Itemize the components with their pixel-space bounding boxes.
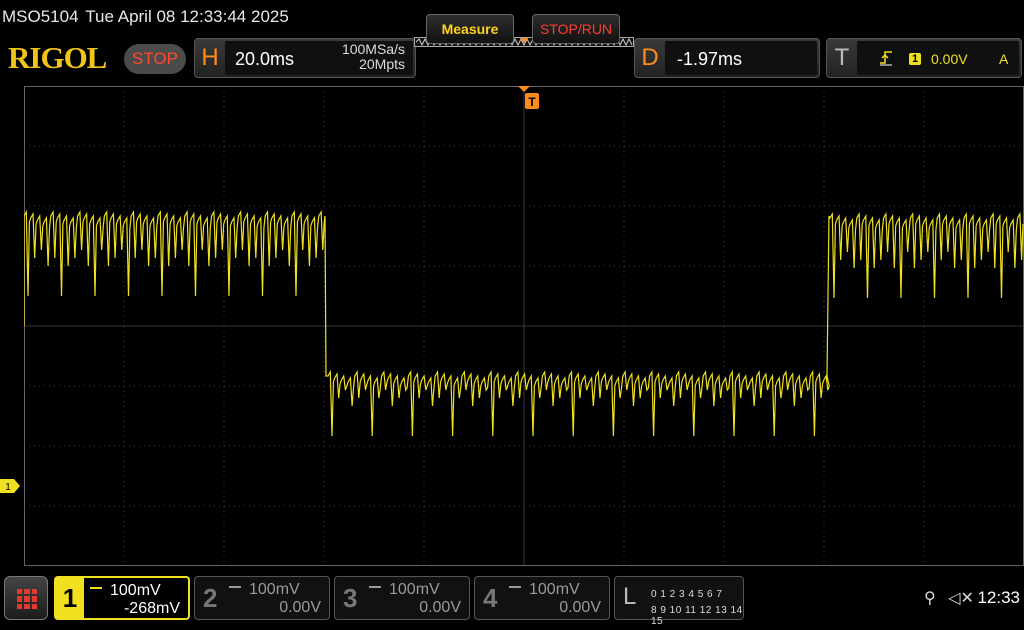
channel-2-offset: 0.00V	[279, 599, 321, 616]
delay-panel[interactable]: D -1.97ms	[634, 38, 820, 78]
rising-edge-icon	[880, 51, 892, 66]
channel-4-offset: 0.00V	[559, 599, 601, 616]
speaker-muted-icon[interactable]: ◁✕	[948, 590, 974, 607]
delay-value: -1.97ms	[677, 49, 743, 69]
stop-run-button[interactable]: STOP/RUN	[532, 14, 620, 44]
channel-2-box[interactable]: 2 100mV 0.00V	[194, 576, 330, 620]
horizontal-panel[interactable]: H 20.0ms 100MSa/s 20Mpts	[194, 38, 416, 78]
model-name: MSO5104	[2, 7, 79, 26]
channel-4-box[interactable]: 4 100mV 0.00V	[474, 576, 610, 620]
sample-rate: 100MSa/s	[341, 41, 405, 57]
trigger-source-badge: 1	[909, 53, 922, 65]
svg-text:T: T	[528, 95, 536, 109]
channel-1-box[interactable]: 1 100mV -268mV	[54, 576, 190, 620]
trigger-inner: 1 0.00V A	[857, 41, 1019, 75]
trigger-tag: T	[834, 44, 850, 71]
horizontal-inner: 20.0ms 100MSa/s 20Mpts	[225, 41, 413, 75]
bottom-bar: 1 100mV -268mV 2 100mV 0.00V 3 100mV 0.0…	[0, 572, 1024, 630]
channel-3-box[interactable]: 3 100mV 0.00V	[334, 576, 470, 620]
delay-inner: -1.97ms	[665, 41, 817, 75]
logic-channels-row-2: 8 9 10 11 12 13 14 15	[651, 605, 743, 627]
horizontal-tag: H	[201, 44, 219, 71]
status-clock: 12:33	[977, 588, 1020, 607]
channel-2-number: 2	[203, 583, 218, 613]
channel-1-number: 1	[56, 578, 84, 618]
memory-depth: 20Mpts	[359, 56, 405, 72]
main-menu-button[interactable]	[4, 576, 48, 620]
dc-coupling-icon	[90, 587, 102, 595]
channel-3-scale: 100mV	[389, 581, 440, 598]
logic-channels-row-1: 0 1 2 3 4 5 6 7	[651, 589, 723, 600]
channel-3-number: 3	[343, 583, 358, 613]
channel-1-scale: 100mV	[110, 582, 161, 599]
trigger-panel[interactable]: T 1 0.00V A	[826, 38, 1022, 78]
channel-1-ground-marker[interactable]: 1	[0, 479, 20, 493]
channel-3-offset: 0.00V	[419, 599, 461, 616]
dc-coupling-icon	[369, 586, 381, 594]
usb-icon[interactable]: ⚲	[924, 590, 936, 607]
trigger-level: 0.00V	[931, 51, 968, 67]
trigger-mode: A	[999, 51, 1009, 67]
system-icons: ⚲ ◁✕	[924, 588, 974, 608]
channel-1-marker-label: 1	[5, 482, 11, 493]
channel-4-number: 4	[483, 583, 498, 613]
measure-button[interactable]: Measure	[426, 14, 514, 44]
sample-info: 100MSa/s 20Mpts	[342, 42, 405, 72]
logic-label: L	[623, 583, 637, 610]
waveform-display[interactable]: T	[24, 86, 1024, 566]
channel-1-offset: -268mV	[123, 600, 180, 617]
date-time: Tue April 08 12:33:44 2025	[85, 7, 289, 26]
delay-tag: D	[641, 44, 659, 71]
dc-coupling-icon	[229, 586, 241, 594]
channel-4-scale: 100mV	[529, 581, 580, 598]
logic-analyzer-box[interactable]: L 0 1 2 3 4 5 6 7 8 9 10 11 12 13 14 15	[614, 576, 744, 627]
main-menu-icon	[17, 589, 37, 609]
channel-2-scale: 100mV	[249, 581, 300, 598]
brand-logo: RIGOL	[8, 40, 107, 75]
dc-coupling-icon	[509, 586, 521, 594]
timebase-value: 20.0ms	[235, 49, 295, 69]
run-state-badge[interactable]: STOP	[124, 44, 186, 74]
